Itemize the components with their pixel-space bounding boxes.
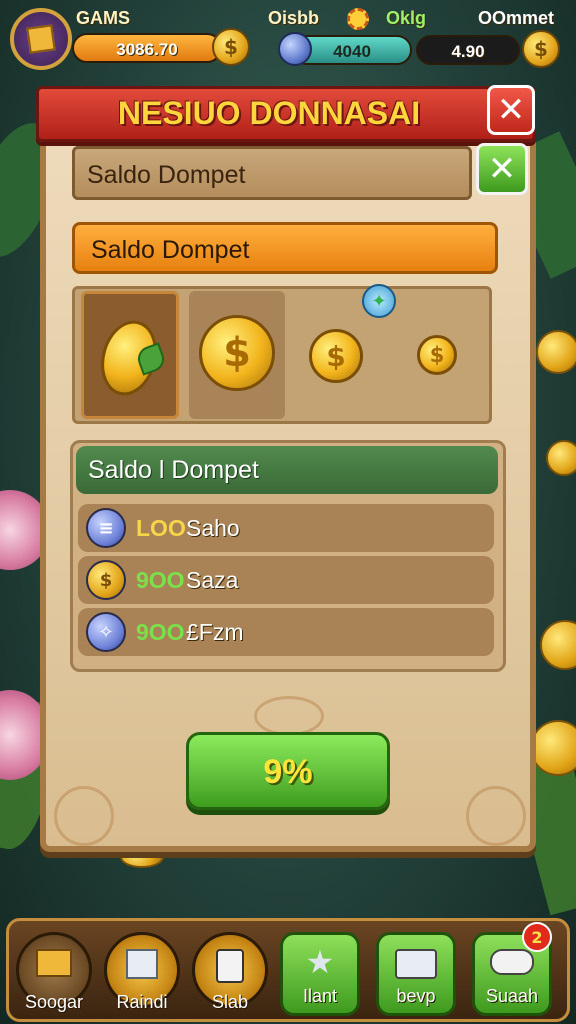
coin-option-selected[interactable] (81, 291, 179, 419)
gem-icon (278, 32, 312, 66)
list-header: Saldo l Dompet (76, 446, 498, 494)
coin-icon: $ (522, 30, 560, 68)
dismiss-button[interactable]: ✕ (476, 143, 528, 195)
top-hud: GAMS 3086.70 $ Oisbb Oklg OOmmet 4040 4.… (0, 0, 576, 80)
chat-icon (490, 949, 534, 975)
row-amount: 9OO (136, 567, 185, 593)
player-avatar[interactable] (10, 8, 72, 70)
megaphone-icon (395, 949, 437, 979)
coin-option-small[interactable]: $ (417, 335, 457, 375)
nav-label: Ilant (302, 986, 338, 1006)
coin-icon: $ (212, 28, 250, 66)
nav-label: bevp (396, 986, 436, 1006)
nav-label: Soogar (24, 992, 84, 1012)
confirm-label: 9% (263, 753, 313, 791)
panel-ornament (54, 786, 114, 846)
nav-button-raindi[interactable]: Raindi (104, 932, 180, 1012)
nav-label: Slab (211, 992, 249, 1012)
dark-value: 4.90 (451, 42, 485, 61)
nav-label: Suaah (485, 986, 539, 1006)
dialog-title: NESIUO DONNASAI (117, 95, 421, 131)
wallet-header: Saldo Dompet (72, 146, 472, 200)
scroll-icon (216, 949, 244, 983)
player-label: Oisbb (268, 8, 320, 28)
coin-icon: $ (86, 560, 126, 600)
section-title: Saldo Dompet (91, 236, 250, 264)
confirm-button[interactable]: 9% (186, 732, 390, 810)
dark-bar: 4.90 (416, 35, 520, 65)
nav-label: Raindi (116, 992, 168, 1012)
close-button[interactable]: ✕ (487, 85, 535, 135)
right-label: OOmmet (478, 8, 555, 28)
balance-value: 3086.70 (116, 40, 178, 59)
balance-bar: 3086.70 (72, 33, 222, 63)
notification-badge: 2 (522, 922, 552, 952)
nav-button-ilant[interactable]: ★ Ilant (280, 932, 360, 1016)
panel-ornament (254, 696, 324, 736)
row-amount: 9OO (136, 619, 185, 645)
star-badge-icon: ✦ (362, 284, 396, 318)
game-label: GAMS (76, 8, 130, 28)
row-name: £Fzm (186, 619, 244, 645)
gem-icon: ≡ (86, 508, 126, 548)
nav-button-slab[interactable]: Slab (192, 932, 268, 1012)
leaf-label: Oklg (386, 8, 427, 28)
card-stack-icon (126, 949, 158, 979)
coin-selector: $ $ $ (72, 286, 492, 424)
header-label: Saldo Dompet (87, 161, 246, 189)
nav-button-soogar[interactable]: Soogar (16, 932, 92, 1012)
treasure-chest-icon (36, 949, 72, 977)
list-title: Saldo l Dompet (88, 456, 259, 484)
row-name: Saho (186, 515, 240, 541)
nav-button-bevp[interactable]: bevp (376, 932, 456, 1016)
close-icon: ✕ (496, 90, 526, 130)
list-item[interactable]: ≡ LOO Saho (78, 504, 494, 552)
gem-icon: ✧ (86, 612, 126, 652)
coin-option[interactable]: $ (189, 291, 285, 419)
coin-icon: $ (199, 315, 275, 391)
list-item[interactable]: $ 9OO Saza (78, 556, 494, 604)
star-icon: ★ (305, 943, 335, 981)
sun-icon (347, 8, 369, 30)
title-banner: NESIUO DONNASAI (36, 86, 536, 142)
panel-ornament (466, 786, 526, 846)
coin-option-medium[interactable]: $ (309, 329, 363, 383)
section-bar: Saldo Dompet (72, 222, 498, 274)
close-icon: ✕ (487, 149, 517, 189)
row-name: Saza (186, 567, 239, 593)
avatar-box-icon (26, 24, 56, 54)
list-item[interactable]: ✧ 9OO £Fzm (78, 608, 494, 656)
row-amount: LOO (136, 515, 186, 541)
